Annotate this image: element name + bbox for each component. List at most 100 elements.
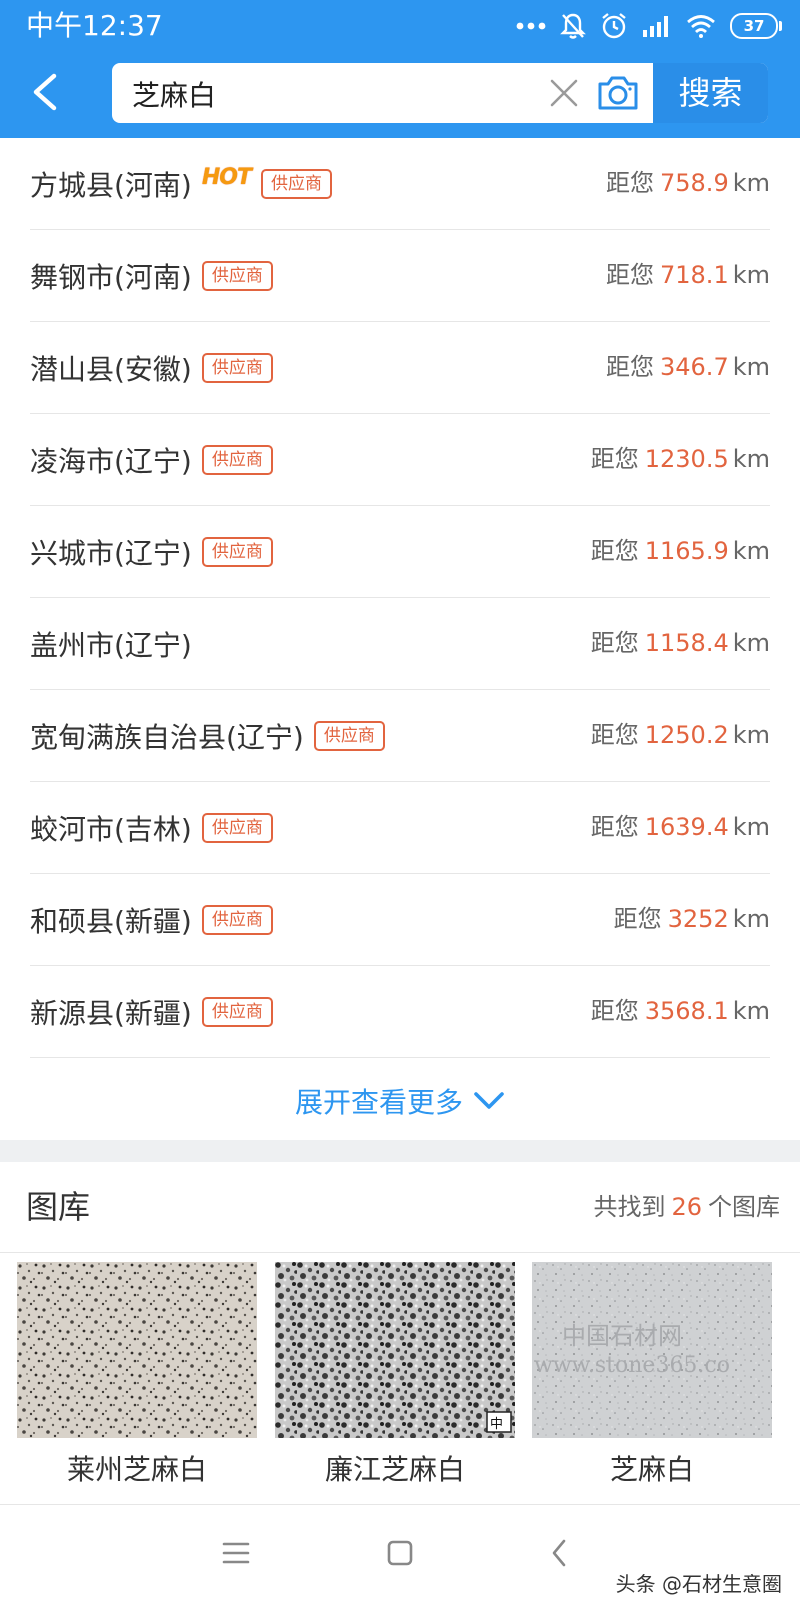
gallery-item[interactable]: 莱州芝麻白	[17, 1262, 257, 1488]
gallery-count-prefix: 共找到	[593, 1193, 666, 1221]
distance-label: 距您	[613, 905, 662, 933]
gallery-item[interactable]: 中国石材网 www.stone365.co 芝麻白	[532, 1262, 772, 1488]
wifi-icon	[687, 15, 715, 38]
distance: 距您 346.7 km	[606, 322, 770, 413]
more-dots-icon	[516, 22, 546, 30]
result-row[interactable]: 凌海市(辽宁) 供应商 距您 1230.5 km	[30, 414, 770, 506]
result-row[interactable]: 潜山县(安徽) 供应商 距您 346.7 km	[30, 322, 770, 414]
result-row[interactable]: 蛟河市(吉林) 供应商 距您 1639.4 km	[30, 782, 770, 874]
place: 和硕县(新疆) 供应商	[30, 874, 273, 965]
place: 蛟河市(吉林) 供应商	[30, 782, 273, 873]
camera-icon[interactable]	[596, 72, 640, 114]
distance-unit: km	[732, 721, 770, 749]
distance-unit: km	[732, 537, 770, 565]
status-time: 中午12:37	[26, 9, 163, 42]
supplier-badge: 供应商	[201, 904, 273, 935]
search-button[interactable]: 搜索	[653, 63, 768, 123]
distance-label: 距您	[606, 169, 654, 197]
result-row[interactable]: 宽甸满族自治县(辽宁) 供应商 距您 1250.2 km	[30, 690, 770, 782]
distance-value: 718.1	[660, 261, 729, 289]
distance-label: 距您	[590, 997, 639, 1025]
place: 凌海市(辽宁) 供应商	[30, 414, 273, 505]
distance-label: 距您	[606, 353, 654, 381]
watermark-line2: www.stone365.co	[534, 1353, 730, 1378]
result-row[interactable]: 方城县(河南) HOT 供应商 距您 758.9 km	[30, 138, 770, 230]
gallery-count[interactable]: 共找到 26 个图库	[593, 1162, 780, 1252]
granite-thumbnail	[17, 1262, 257, 1438]
battery-icon: 37	[730, 13, 782, 39]
result-row[interactable]: 兴城市(辽宁) 供应商 距您 1165.9 km	[30, 506, 770, 598]
distance-value: 758.9	[660, 169, 729, 197]
gallery-header: 图库 共找到 26 个图库	[0, 1162, 800, 1253]
distance-value: 1250.2	[644, 721, 729, 749]
supplier-badge: 供应商	[260, 168, 332, 199]
distance-label: 距您	[606, 261, 654, 289]
place: 宽甸满族自治县(辽宁) 供应商	[30, 690, 385, 781]
supplier-badge: 供应商	[201, 352, 273, 383]
distance-value: 3568.1	[644, 997, 729, 1025]
distance-value: 3252	[667, 905, 729, 933]
distance: 距您 3568.1 km	[591, 966, 770, 1057]
place: 方城县(河南) HOT 供应商	[30, 138, 332, 229]
distance-unit: km	[732, 905, 770, 933]
place: 新源县(新疆) 供应商	[30, 966, 273, 1057]
search-bar: 搜索	[112, 63, 768, 125]
distance: 距您 1165.9 km	[591, 506, 770, 597]
section-divider	[0, 1140, 800, 1162]
result-row[interactable]: 和硕县(新疆) 供应商 距您 3252 km	[30, 874, 770, 966]
place-name: 新源县(新疆)	[30, 996, 192, 1030]
supplier-badge: 供应商	[313, 720, 385, 751]
place: 兴城市(辽宁) 供应商	[30, 506, 273, 597]
search-input[interactable]	[130, 63, 534, 125]
alarm-icon	[602, 13, 626, 39]
expand-more-button[interactable]: 展开查看更多	[0, 1062, 800, 1140]
mute-bell-icon	[560, 13, 586, 39]
place-name: 舞钢市(河南)	[30, 260, 192, 294]
distance-value: 346.7	[660, 353, 729, 381]
home-square-icon[interactable]	[380, 1533, 420, 1573]
supplier-badge: 供应商	[201, 996, 273, 1027]
place-name: 兴城市(辽宁)	[30, 536, 192, 570]
supplier-badge: 供应商	[201, 260, 273, 291]
distance-label: 距您	[590, 537, 639, 565]
place-name: 方城县(河南)	[30, 168, 192, 202]
supplier-badge: 供应商	[201, 812, 273, 843]
place-name: 潜山县(安徽)	[30, 352, 192, 386]
gallery-title: 图库	[26, 1188, 91, 1226]
hot-badge: HOT	[201, 165, 252, 190]
supplier-badge: 供应商	[201, 444, 273, 475]
result-row[interactable]: 舞钢市(河南) 供应商 距您 718.1 km	[30, 230, 770, 322]
gallery-item[interactable]: 中 廉江芝麻白	[275, 1262, 515, 1488]
distance-unit: km	[732, 261, 770, 289]
place: 潜山县(安徽) 供应商	[30, 322, 273, 413]
back-chevron-icon[interactable]	[540, 1533, 580, 1573]
distance-label: 距您	[590, 629, 639, 657]
distance-value: 1639.4	[644, 813, 729, 841]
gallery-caption: 廉江芝麻白	[324, 1453, 465, 1486]
distance: 距您 1639.4 km	[591, 782, 770, 873]
distance-unit: km	[732, 997, 770, 1025]
place-name: 凌海市(辽宁)	[30, 444, 192, 478]
signal-icon	[643, 16, 668, 37]
gallery-count-number: 26	[671, 1193, 702, 1221]
result-row[interactable]: 新源县(新疆) 供应商 距您 3568.1 km	[30, 966, 770, 1058]
watermark-line1: 中国石材网	[562, 1322, 682, 1350]
granite-thumbnail: 中国石材网 www.stone365.co	[532, 1262, 772, 1438]
footer-credit: 头条 @石材生意圈	[615, 1572, 782, 1596]
distance: 距您 3252 km	[614, 874, 770, 965]
status-icons: 37	[516, 10, 782, 42]
distance-unit: km	[732, 813, 770, 841]
menu-icon[interactable]	[216, 1533, 256, 1573]
gallery-caption: 芝麻白	[609, 1453, 694, 1486]
place-name: 和硕县(新疆)	[30, 904, 192, 938]
chevron-down-icon	[474, 1092, 504, 1109]
clear-icon[interactable]	[548, 77, 580, 109]
distance-unit: km	[732, 629, 770, 657]
distance-label: 距您	[590, 721, 639, 749]
distance: 距您 1230.5 km	[591, 414, 770, 505]
granite-thumbnail: 中	[275, 1262, 515, 1438]
distance-label: 距您	[590, 813, 639, 841]
back-arrow-icon[interactable]	[24, 66, 72, 118]
place-name: 盖州市(辽宁)	[30, 628, 192, 662]
result-row[interactable]: 盖州市(辽宁) 距您 1158.4 km	[30, 598, 770, 690]
